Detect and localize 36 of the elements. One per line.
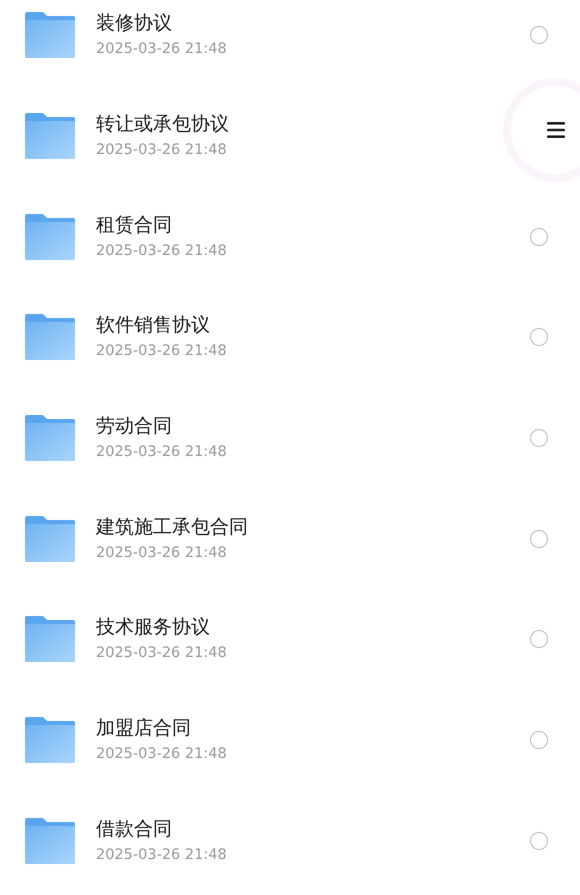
select-radio[interactable]	[530, 731, 548, 750]
select-radio[interactable]	[530, 530, 548, 548]
modified-date: 2025-03-26 21:48	[96, 745, 227, 764]
modified-date: 2025-03-26 21:48	[96, 443, 227, 462]
folder-icon	[25, 214, 75, 260]
folder-icon	[25, 113, 75, 160]
folder-icon	[25, 516, 75, 562]
modified-date: 2025-03-26 21:48	[96, 342, 227, 362]
modified-date: 2025-03-26 21:48	[96, 846, 227, 865]
select-radio[interactable]	[530, 26, 548, 44]
folder-icon	[25, 12, 75, 58]
folder-name: 租赁合同	[96, 212, 172, 237]
menu-icon	[547, 122, 565, 138]
folder-icon	[25, 314, 75, 360]
folder-icon	[25, 616, 75, 662]
folder-name: 加盟店合同	[96, 716, 191, 740]
modified-date: 2025-03-26 21:48	[96, 242, 227, 261]
folder-icon	[25, 818, 75, 864]
folder-icon	[25, 717, 75, 764]
modified-date: 2025-03-26 21:48	[96, 40, 227, 60]
select-radio[interactable]	[530, 228, 548, 246]
folder-name: 装修协议	[96, 11, 172, 36]
folder-name: 劳动合同	[96, 414, 172, 438]
select-radio[interactable]	[530, 429, 548, 448]
folder-name: 技术服务协议	[96, 615, 210, 640]
folder-icon	[25, 415, 75, 462]
modified-date: 2025-03-26 21:48	[96, 544, 227, 563]
select-radio[interactable]	[530, 832, 548, 850]
folder-name: 建筑施工承包合同	[96, 514, 248, 539]
select-radio[interactable]	[530, 630, 548, 648]
select-radio[interactable]	[530, 328, 548, 346]
folder-name: 转让或承包协议	[96, 112, 229, 136]
modified-date: 2025-03-26 21:48	[96, 644, 227, 664]
modified-date: 2025-03-26 21:48	[96, 141, 227, 160]
folder-name: 软件销售协议	[96, 313, 210, 338]
folder-name: 借款合同	[96, 816, 172, 841]
